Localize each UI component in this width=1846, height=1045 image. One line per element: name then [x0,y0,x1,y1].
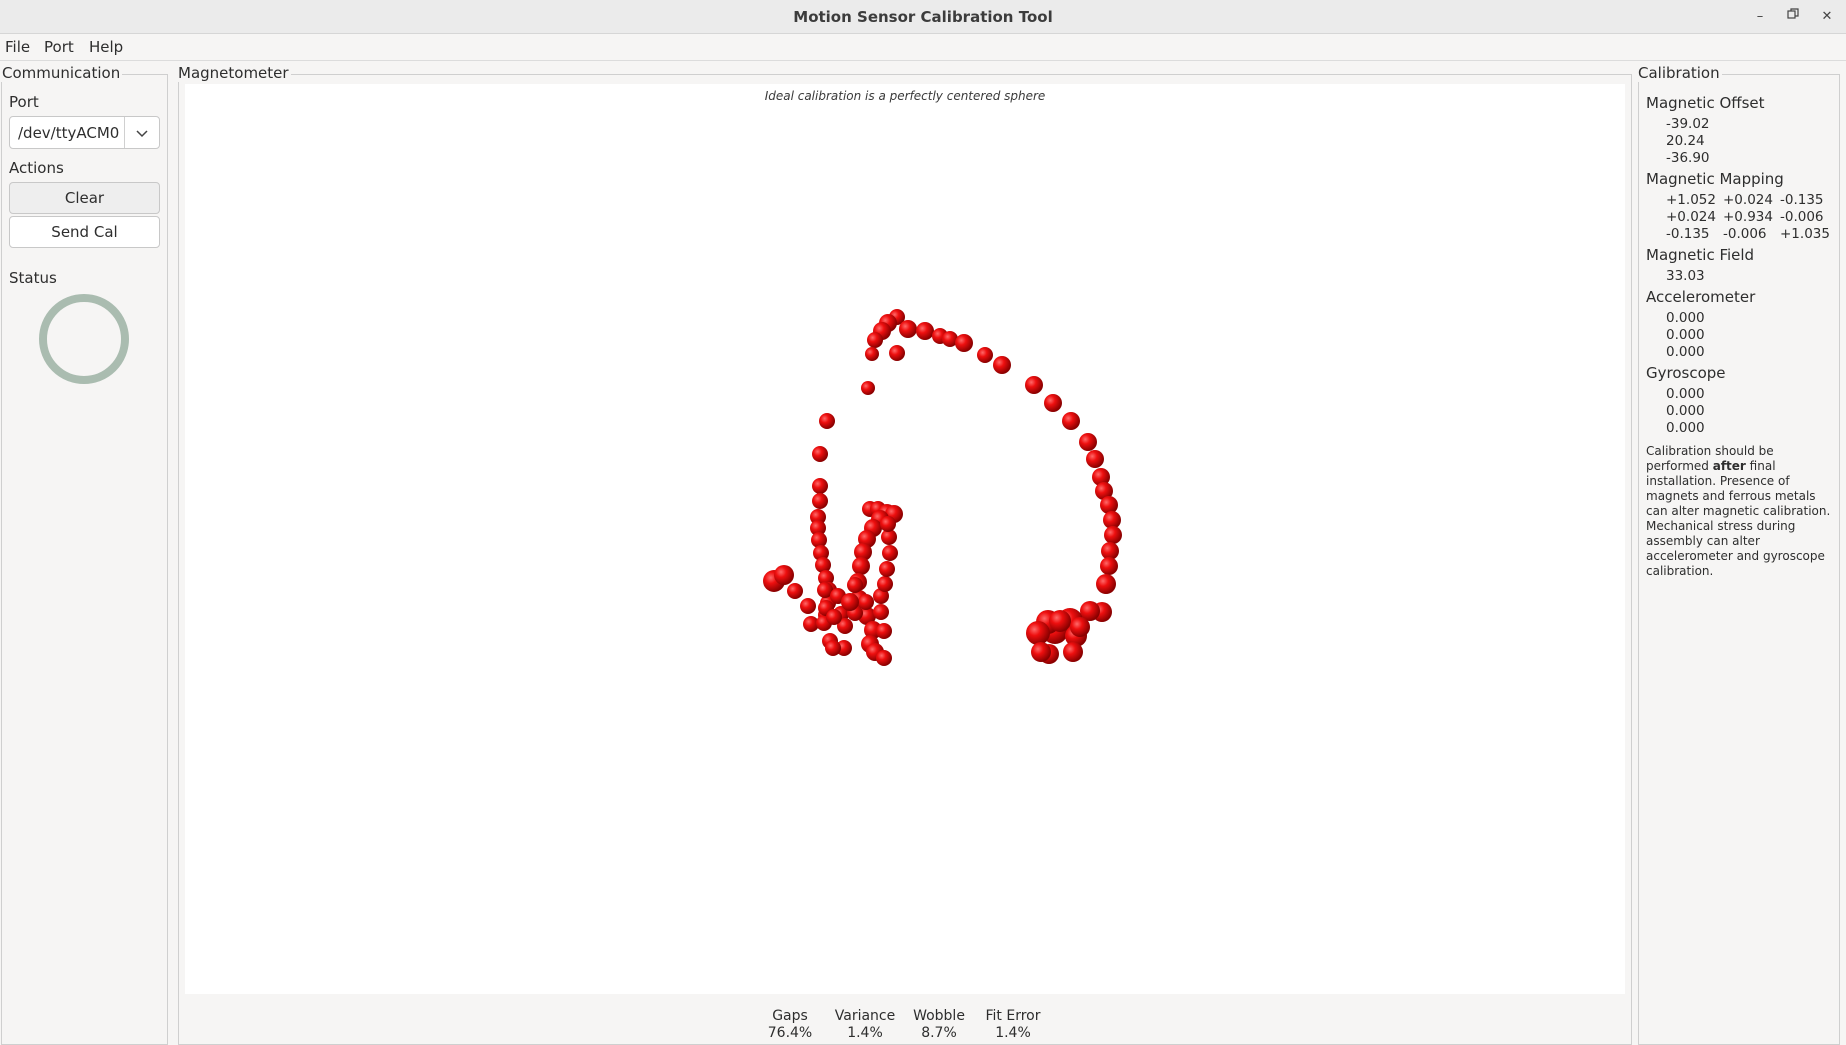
sample-point [819,413,835,429]
sample-point [826,609,842,625]
sample-point [1031,642,1051,662]
send-cal-button[interactable]: Send Cal [9,216,160,248]
sample-point [847,577,863,593]
metric-fit-error-value: 1.4% [995,1025,1031,1041]
magnetic-offset-y: 20.24 [1666,133,1705,149]
gyroscope-y: 0.000 [1666,403,1705,419]
mapping-cell: -0.006 [1780,209,1824,225]
communication-group-title: Communication [0,64,123,82]
mapping-cell: -0.006 [1723,226,1767,242]
sample-point [877,576,893,592]
gyroscope-z: 0.000 [1666,420,1705,436]
port-label: Port [9,93,39,111]
sample-point [873,604,889,620]
magnetic-offset-z: -36.90 [1666,150,1710,166]
mapping-cell: +1.052 [1666,192,1716,208]
menu-help[interactable]: Help [89,38,123,56]
sample-point [858,594,874,610]
sample-point [787,583,803,599]
menu-file[interactable]: File [5,38,30,56]
status-indicator [39,294,129,384]
sample-point [1044,394,1062,412]
port-select-value: /dev/ttyACM0 [18,124,120,142]
gyroscope-x: 0.000 [1666,386,1705,402]
sample-point [1100,496,1118,514]
sample-point [841,593,859,611]
calibration-group-title: Calibration [1636,64,1722,82]
sample-point [882,545,898,561]
sample-point [865,347,879,361]
magnetometer-point-cloud [763,309,1122,666]
sample-point [812,493,828,509]
sample-point [1049,610,1071,632]
sample-point [1096,574,1116,594]
sample-point [1025,376,1043,394]
sample-point [993,356,1011,374]
title-bar: Motion Sensor Calibration Tool – ✕ [0,0,1846,34]
accelerometer-y: 0.000 [1666,327,1705,343]
window-title: Motion Sensor Calibration Tool [793,8,1053,26]
metric-fit-error: Fit Error 1.4% [968,1008,1058,1042]
sample-point [774,565,794,585]
sample-point [1070,617,1090,637]
accelerometer-x: 0.000 [1666,310,1705,326]
sample-point [955,334,973,352]
chevron-down-icon[interactable] [132,123,152,143]
magnetic-offset-x: -39.02 [1666,116,1710,132]
mapping-cell: +1.035 [1780,226,1830,242]
magnetometer-plot[interactable]: Ideal calibration is a perfectly centere… [185,84,1625,994]
sample-point [879,561,895,577]
mapping-cell: +0.024 [1666,209,1716,225]
sample-point [880,516,896,532]
metric-fit-error-label: Fit Error [985,1008,1041,1024]
sample-points [763,309,1122,666]
sample-point [889,345,905,361]
sample-point [1079,433,1097,451]
sample-point [1104,526,1122,544]
sample-point [812,478,828,494]
magnetic-mapping-label: Magnetic Mapping [1646,170,1784,188]
note-text-emphasis: after [1712,459,1746,473]
sample-point [916,322,934,340]
accelerometer-z: 0.000 [1666,344,1705,360]
minimize-icon[interactable]: – [1750,7,1770,27]
clear-button[interactable]: Clear [9,182,160,214]
status-label: Status [9,269,57,287]
mapping-cell: -0.135 [1780,192,1824,208]
sample-point [812,446,828,462]
close-icon[interactable]: ✕ [1817,7,1837,27]
mapping-cell: -0.135 [1666,226,1710,242]
sample-point [800,598,816,614]
calibration-note: Calibration should be performed after fi… [1646,444,1832,579]
actions-label: Actions [9,159,64,177]
sample-point [1062,412,1080,430]
sample-point [861,381,875,395]
restore-icon[interactable] [1783,7,1803,27]
gyroscope-label: Gyroscope [1646,364,1726,382]
sample-point [899,320,917,338]
magnetic-field-label: Magnetic Field [1646,246,1755,264]
sample-point [867,332,883,348]
menu-bar: File Port Help [0,34,1846,61]
sample-point [977,347,993,363]
port-select[interactable]: /dev/ttyACM0 [9,116,160,149]
magnetic-offset-label: Magnetic Offset [1646,94,1765,112]
sample-point [852,557,870,575]
sample-point [1063,642,1083,662]
magnetometer-group-title: Magnetometer [176,64,291,82]
sample-point [1026,621,1050,645]
mapping-cell: +0.024 [1723,192,1773,208]
port-select-divider [124,117,125,148]
sample-point [1086,450,1104,468]
sample-point [1100,557,1118,575]
magnetic-field-value: 33.03 [1666,268,1705,284]
note-text-end: final installation. Presence of magnets … [1646,459,1831,578]
menu-port[interactable]: Port [44,38,74,56]
sample-point [876,623,892,639]
mapping-cell: +0.934 [1723,209,1773,225]
sample-point [825,640,841,656]
accelerometer-label: Accelerometer [1646,288,1756,306]
sample-point [876,650,892,666]
